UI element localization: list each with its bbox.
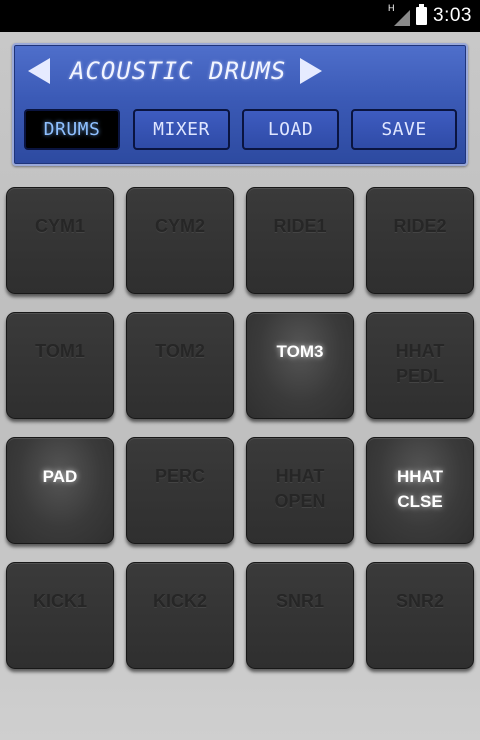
pad-pad[interactable]: PAD <box>6 437 114 544</box>
pad-label: PERC <box>154 466 205 486</box>
pad-kick2[interactable]: KICK2 <box>126 562 234 669</box>
status-bar: H 3:03 <box>0 0 480 32</box>
pad-label: CYM2 <box>154 216 205 236</box>
tab-load[interactable]: LOAD <box>242 109 339 150</box>
pad-label: TOM1 <box>35 341 85 361</box>
pad-label: TOM3 <box>276 342 324 361</box>
pad-hhat-open[interactable]: HHAT OPEN <box>246 437 354 544</box>
pad-cym1[interactable]: CYM1 <box>6 187 114 294</box>
pad-hhat-clse[interactable]: HHAT CLSE <box>366 437 474 544</box>
pad-ride2[interactable]: RIDE2 <box>366 187 474 294</box>
pad-tom1[interactable]: TOM1 <box>6 312 114 419</box>
previous-kit-arrow-icon[interactable] <box>28 58 50 84</box>
tab-drums[interactable]: DRUMS <box>24 109 120 150</box>
tab-mixer[interactable]: MIXER <box>133 109 230 150</box>
pad-label: KICK1 <box>32 591 87 611</box>
pad-label: PAD <box>42 467 78 486</box>
pad-kick1[interactable]: KICK1 <box>6 562 114 669</box>
pad-label: HHAT OPEN <box>274 466 326 511</box>
next-kit-arrow-icon[interactable] <box>300 58 322 84</box>
tab-save[interactable]: SAVE <box>351 109 457 150</box>
battery-icon <box>416 4 428 25</box>
pad-tom3[interactable]: TOM3 <box>246 312 354 419</box>
kit-name-display: ACOUSTIC DRUMS <box>70 57 287 85</box>
pad-label: HHAT PEDL <box>395 341 445 386</box>
pad-snr1[interactable]: SNR1 <box>246 562 354 669</box>
pad-label: RIDE1 <box>273 216 327 236</box>
pad-tom2[interactable]: TOM2 <box>126 312 234 419</box>
pad-label: HHAT CLSE <box>397 467 443 511</box>
status-clock: 3:03 <box>433 5 472 26</box>
pad-ride1[interactable]: RIDE1 <box>246 187 354 294</box>
signal-icon: H <box>388 3 411 26</box>
pad-label: TOM2 <box>155 341 205 361</box>
kit-header-panel: ACOUSTIC DRUMS DRUMS MIXER LOAD SAVE <box>12 43 468 166</box>
pad-label: RIDE2 <box>393 216 447 236</box>
pad-cym2[interactable]: CYM2 <box>126 187 234 294</box>
pad-snr2[interactable]: SNR2 <box>366 562 474 669</box>
pad-label: CYM1 <box>34 216 85 236</box>
pad-label: KICK2 <box>152 591 207 611</box>
pad-hhat-pedl[interactable]: HHAT PEDL <box>366 312 474 419</box>
status-icons: H 3:03 <box>388 0 472 32</box>
pad-label: SNR1 <box>275 591 324 611</box>
pad-perc[interactable]: PERC <box>126 437 234 544</box>
pad-label: SNR2 <box>395 591 444 611</box>
